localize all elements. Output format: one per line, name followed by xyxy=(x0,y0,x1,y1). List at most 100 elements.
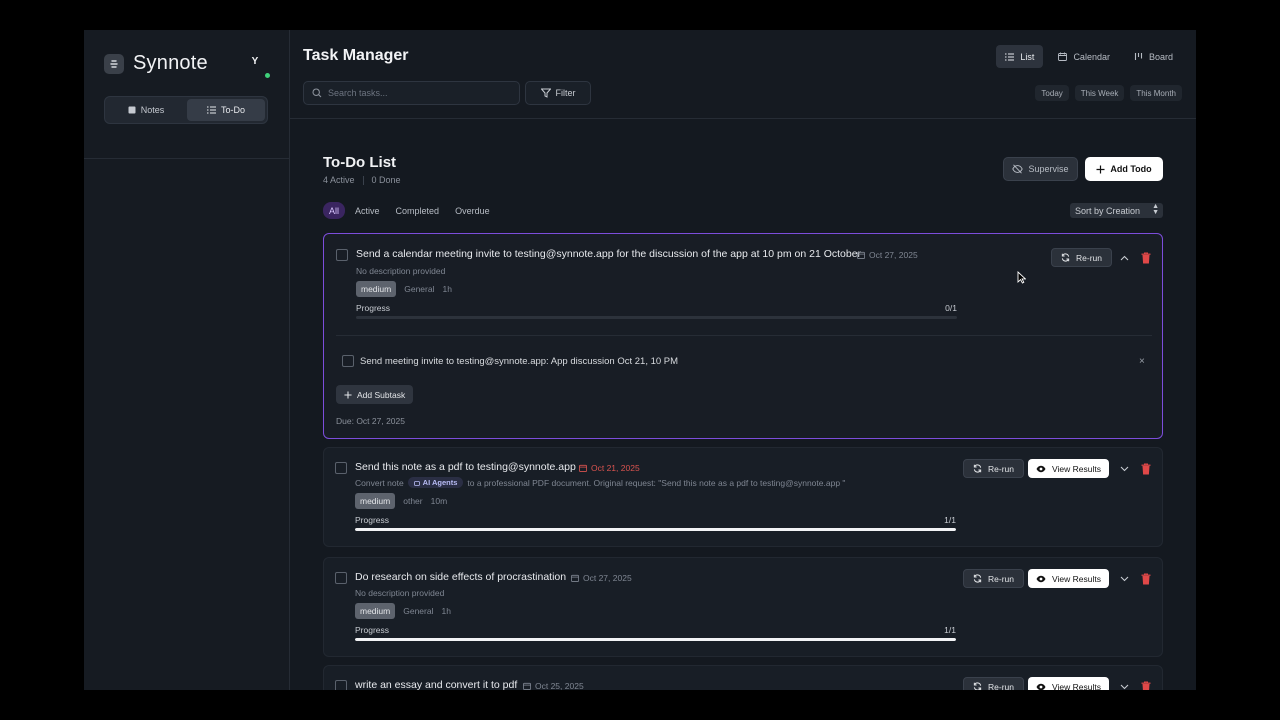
eye-off-icon xyxy=(1012,164,1024,174)
trash-icon[interactable] xyxy=(1141,573,1151,585)
trash-icon[interactable] xyxy=(1141,681,1151,690)
add-subtask-button[interactable]: Add Subtask xyxy=(336,385,414,404)
trash-icon[interactable] xyxy=(1141,463,1151,475)
tab-overdue[interactable]: Overdue xyxy=(449,202,496,219)
board-icon xyxy=(1134,53,1143,60)
tab-all[interactable]: All xyxy=(323,202,346,219)
eye-icon xyxy=(1036,575,1046,582)
range-this-week-button[interactable]: This Week xyxy=(1074,85,1125,101)
sidebar: Synnote Y Notes To-Do xyxy=(84,30,290,690)
select-arrows-icon: ▲ ▼ xyxy=(1152,203,1159,216)
task-card[interactable]: Do research on side effects of procrasti… xyxy=(323,557,1163,657)
task-date: Oct 27, 2025 xyxy=(857,250,918,260)
sidebar-divider xyxy=(84,158,290,159)
calendar-icon xyxy=(571,574,579,582)
task-title: Do research on side effects of procrasti… xyxy=(355,571,567,583)
avatar[interactable]: Y xyxy=(248,56,262,70)
done-count: 0 Done xyxy=(371,175,401,185)
filter-button[interactable]: Filter xyxy=(525,81,591,105)
progress-bar xyxy=(355,528,956,531)
search-input[interactable] xyxy=(328,88,508,98)
sort-select[interactable]: Sort by Creation ▲ ▼ xyxy=(1070,203,1163,218)
calendar-icon xyxy=(523,682,531,690)
task-date-text: Oct 21, 2025 xyxy=(591,463,640,473)
supervise-button[interactable]: Supervise xyxy=(1003,157,1078,181)
view-switcher: List Calendar Board xyxy=(996,45,1182,68)
progress-fill xyxy=(355,528,956,531)
task-checkbox[interactable] xyxy=(336,249,348,261)
task-date-text: Oct 25, 2025 xyxy=(535,681,584,690)
priority-badge: medium xyxy=(355,603,396,619)
notes-tab[interactable]: Notes xyxy=(107,99,185,121)
task-date: Oct 21, 2025 xyxy=(579,463,640,473)
subtask-checkbox[interactable] xyxy=(342,355,354,367)
view-board-button[interactable]: Board xyxy=(1125,45,1182,68)
ai-agents-label: AI Agents xyxy=(422,478,458,487)
task-title: Send this note as a pdf to testing@synno… xyxy=(355,461,576,473)
view-calendar-button[interactable]: Calendar xyxy=(1049,45,1119,68)
supervise-label: Supervise xyxy=(1028,164,1069,174)
chevron-down-icon[interactable] xyxy=(1118,463,1130,475)
app-window: Synnote Y Notes To-Do Task Manager Searc… xyxy=(84,30,1196,690)
calendar-icon xyxy=(579,464,587,472)
active-count: 4 Active xyxy=(323,175,355,185)
rerun-label: Re-run xyxy=(1076,252,1102,263)
task-meta: medium General 1h xyxy=(356,281,452,297)
task-date-text: Oct 27, 2025 xyxy=(869,250,918,260)
progress-fill xyxy=(355,638,956,641)
plus-icon xyxy=(1096,165,1105,173)
add-todo-button[interactable]: Add Todo xyxy=(1085,157,1163,181)
task-card[interactable]: Send a calendar meeting invite to testin… xyxy=(323,233,1163,439)
brand[interactable]: Synnote xyxy=(104,52,208,75)
todo-tab[interactable]: To-Do xyxy=(187,99,265,121)
task-card[interactable]: Send this note as a pdf to testing@synno… xyxy=(323,447,1163,547)
filter-icon xyxy=(540,88,551,98)
chevron-down-icon[interactable] xyxy=(1118,573,1130,585)
remove-subtask-icon[interactable]: × xyxy=(1139,356,1145,367)
tab-completed[interactable]: Completed xyxy=(390,202,446,219)
search-icon xyxy=(312,88,322,98)
view-results-label: View Results xyxy=(1052,463,1101,474)
task-checkbox[interactable] xyxy=(335,462,347,474)
task-description: No description provided xyxy=(356,266,446,276)
task-meta: medium other 10m xyxy=(355,493,447,509)
top-bar: Task Manager Filter List Calendar xyxy=(290,30,1196,119)
range-this-month-button[interactable]: This Month xyxy=(1130,85,1182,101)
task-card[interactable]: write an essay and convert it to pdf Oct… xyxy=(323,665,1163,690)
rerun-button[interactable]: Re-run xyxy=(963,459,1024,478)
tab-active[interactable]: Active xyxy=(349,202,386,219)
list-title: To-Do List xyxy=(323,154,397,171)
task-checkbox[interactable] xyxy=(335,572,347,584)
range-today-button[interactable]: Today xyxy=(1035,85,1069,101)
rerun-label: Re-run xyxy=(988,681,1014,691)
add-todo-label: Add Todo xyxy=(1110,164,1152,174)
rerun-button[interactable]: Re-run xyxy=(1051,248,1112,267)
plus-icon xyxy=(344,390,352,399)
view-results-button[interactable]: View Results xyxy=(1028,569,1109,588)
chevron-up-icon[interactable] xyxy=(1118,252,1130,264)
calendar-icon xyxy=(1058,52,1068,61)
sort-label: Sort by Creation xyxy=(1075,205,1141,216)
list-stats: 4 Active 0 Done xyxy=(323,175,401,185)
brand-name: Synnote xyxy=(133,52,208,74)
view-calendar-label: Calendar xyxy=(1073,51,1110,62)
task-duration: 10m xyxy=(430,496,448,506)
view-results-button[interactable]: View Results xyxy=(1028,677,1109,690)
note-icon xyxy=(128,106,136,114)
description-prefix: Convert note xyxy=(355,477,404,488)
trash-icon[interactable] xyxy=(1141,252,1151,264)
chevron-down-icon[interactable] xyxy=(1118,681,1130,690)
rerun-button[interactable]: Re-run xyxy=(963,677,1024,690)
eye-icon xyxy=(1036,683,1046,690)
page-title: Task Manager xyxy=(303,47,409,64)
online-status-dot xyxy=(265,73,270,78)
mouse-cursor-icon xyxy=(1017,271,1026,284)
todo-tab-label: To-Do xyxy=(220,105,245,115)
view-board-label: Board xyxy=(1148,51,1173,62)
view-list-button[interactable]: List xyxy=(996,45,1044,68)
progress-label: Progress xyxy=(355,625,390,635)
rerun-button[interactable]: Re-run xyxy=(963,569,1024,588)
view-results-button[interactable]: View Results xyxy=(1028,459,1109,478)
task-checkbox[interactable] xyxy=(335,680,347,690)
task-title: write an essay and convert it to pdf xyxy=(355,679,518,690)
